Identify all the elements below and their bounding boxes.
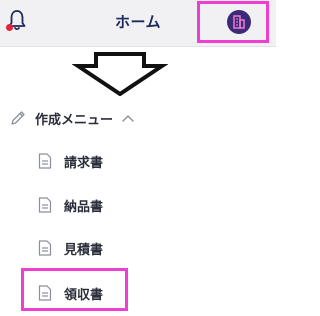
chevron-up-icon: [122, 115, 134, 122]
menu-item-label: 請求書: [64, 155, 104, 171]
menu-item-invoice[interactable]: 請求書: [38, 149, 218, 173]
document-icon: [38, 285, 52, 301]
menu-item-label: 納品書: [64, 199, 104, 215]
down-arrow-icon: [72, 52, 168, 96]
menu-item-label: 領収書: [64, 287, 104, 303]
menu-item-label: 見積書: [64, 242, 104, 258]
create-menu-label: 作成メニュー: [35, 112, 114, 128]
menu-item-estimate[interactable]: 見積書: [38, 236, 218, 260]
document-icon: [38, 240, 52, 256]
create-menu-toggle[interactable]: 作成メニュー: [10, 104, 190, 132]
user-avatar[interactable]: [227, 10, 251, 34]
menu-item-receipt[interactable]: 領収書: [38, 281, 218, 305]
building-icon: [233, 15, 245, 29]
document-icon: [38, 197, 52, 213]
app-header: ホーム: [0, 0, 276, 47]
document-icon: [38, 153, 52, 169]
page: ホーム 作成メニュー 請求書 納品書 見積書 領収書: [0, 0, 276, 316]
menu-item-delivery-note[interactable]: 納品書: [38, 193, 218, 217]
pencil-icon: [11, 111, 25, 125]
